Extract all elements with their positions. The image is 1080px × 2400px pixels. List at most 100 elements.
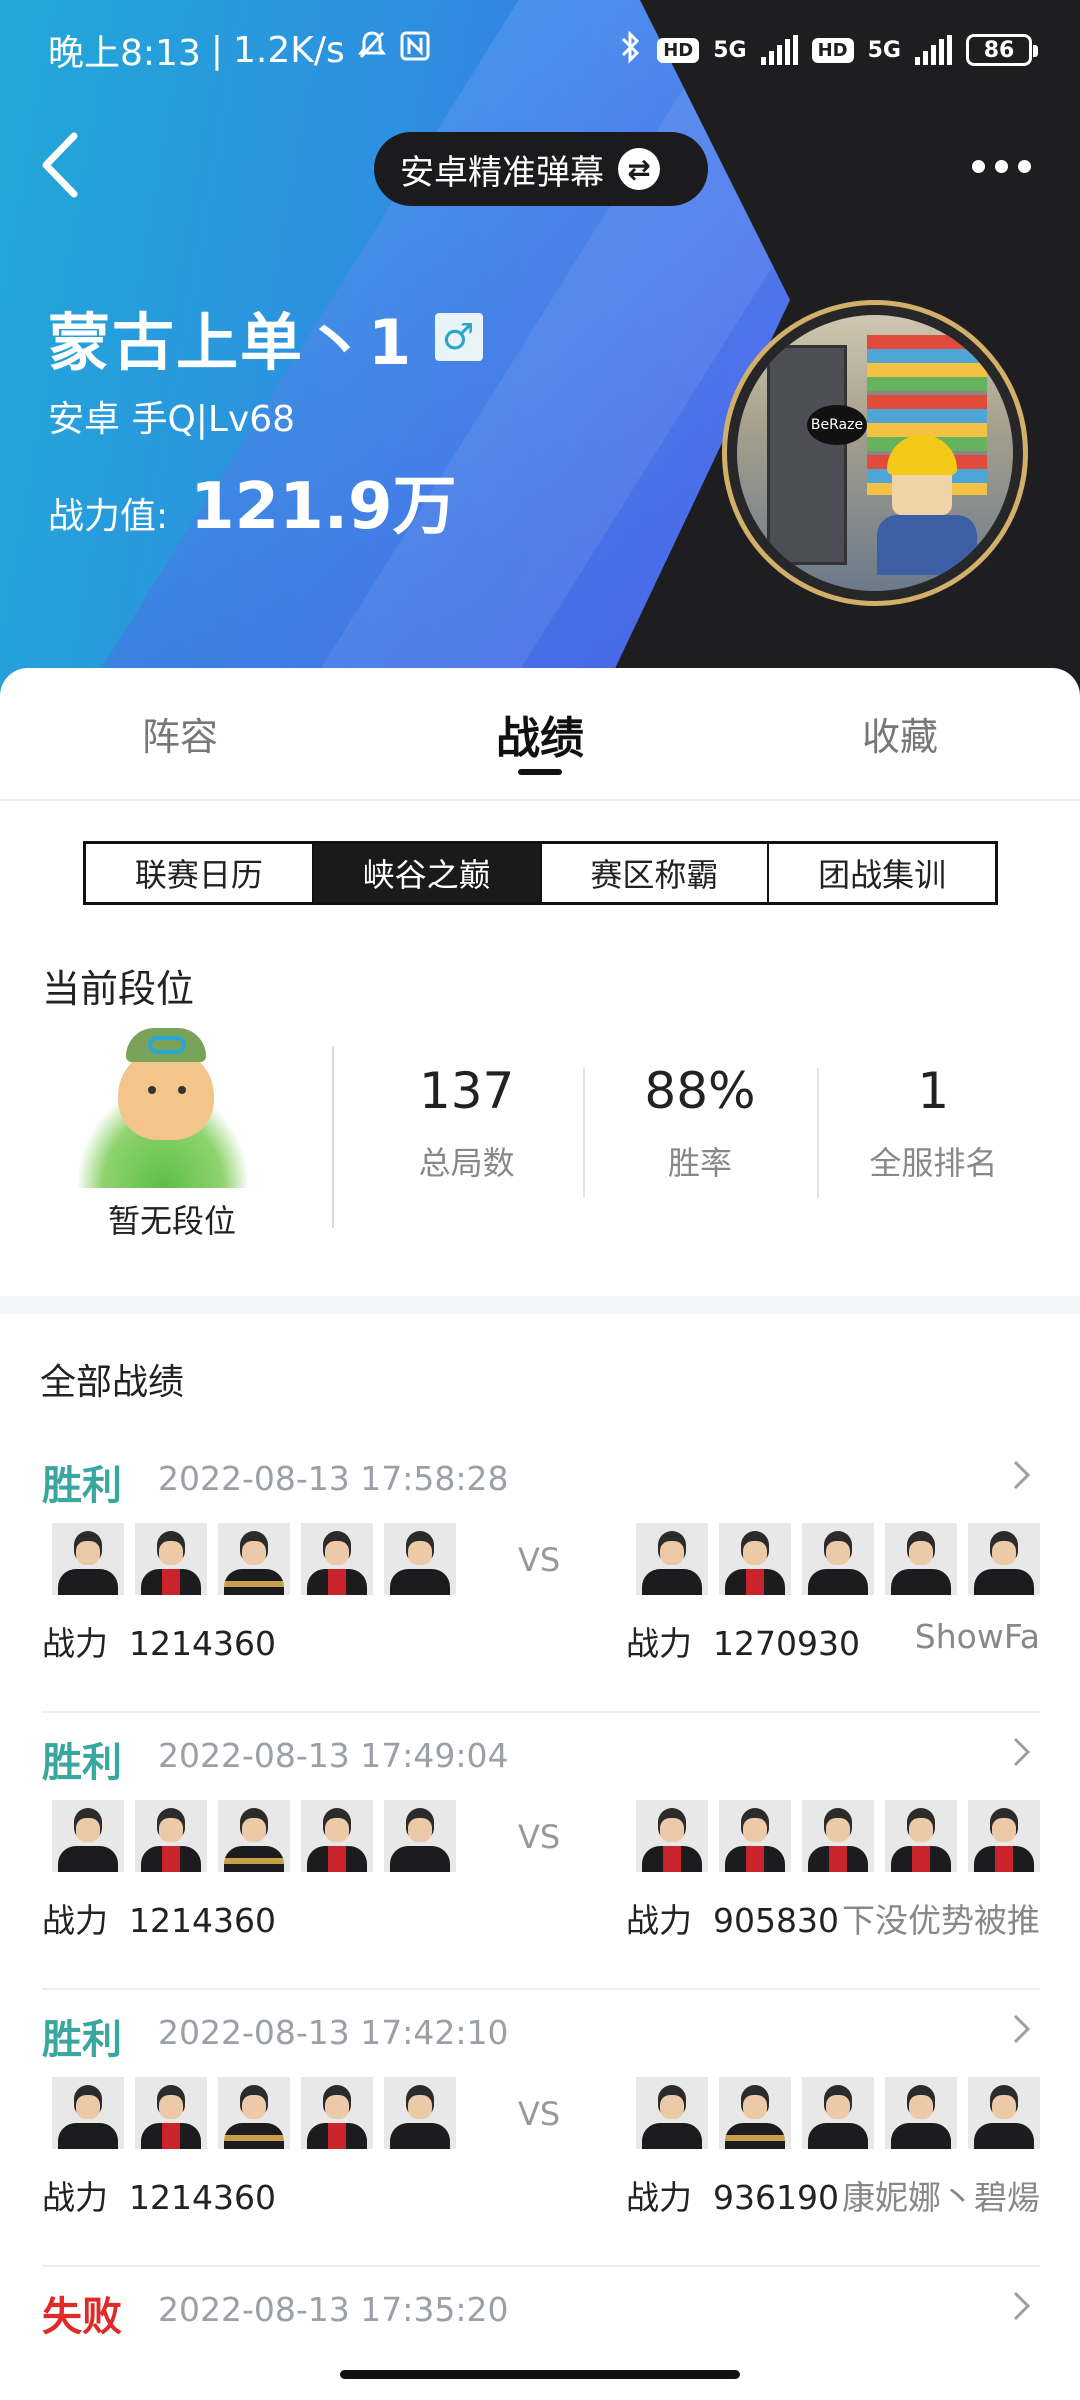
- vs-label: VS: [518, 1541, 561, 1579]
- vs-label: VS: [518, 2095, 561, 2133]
- stat-value: 88%: [644, 1062, 756, 1120]
- player-avatar: [218, 1800, 290, 1872]
- power-label: 战力: [626, 1901, 692, 1940]
- team-right: [636, 2077, 1040, 2149]
- opponent-nickname: 下没优势被推: [842, 1901, 1040, 1940]
- match-time: 2022-08-13 17:58:28: [158, 1459, 509, 1498]
- segment-league-calendar[interactable]: 联赛日历: [86, 844, 314, 902]
- stat-server-rank: 1 全服排名: [816, 1038, 1050, 1208]
- match-time: 2022-08-13 17:35:20: [158, 2290, 509, 2329]
- mute-bell-icon: [355, 29, 389, 72]
- player-avatar: [719, 1523, 791, 1595]
- power-value: 121.9万: [190, 470, 457, 544]
- team-right: [636, 1800, 1040, 1872]
- power-label: 战力: [42, 1901, 108, 1940]
- status-time: 晚上8:13: [48, 33, 201, 74]
- opponent-nickname: 康妮娜丶碧煬: [842, 2178, 1040, 2217]
- more-dot-icon: [1018, 160, 1031, 173]
- player-avatar: [636, 1800, 708, 1872]
- team-left: [52, 1800, 456, 1872]
- chevron-right-icon: [1010, 2011, 1040, 2051]
- player-avatar: [52, 2077, 124, 2149]
- power-label: 战力: [42, 1624, 108, 1663]
- match-record[interactable]: 胜利 2022-08-13 17:42:10 VS 战力 1214360 战力 …: [42, 2007, 1040, 2267]
- main-tabs: 阵容 战绩 收藏: [0, 668, 1080, 801]
- team-left: [52, 1523, 456, 1595]
- chevron-right-icon: [1010, 1734, 1040, 1774]
- stat-label: 总局数: [418, 1144, 515, 1182]
- segment-canyon-peak[interactable]: 峡谷之巅: [313, 844, 542, 902]
- mode-segmented-control: 联赛日历 峡谷之巅 赛区称霸 团战集训: [83, 841, 998, 905]
- player-avatar: [384, 1800, 456, 1872]
- tab-favorites[interactable]: 收藏: [720, 668, 1080, 799]
- avatar-image: BeRaze: [737, 315, 1013, 591]
- match-time: 2022-08-13 17:42:10: [158, 2013, 509, 2052]
- player-avatar: [719, 1800, 791, 1872]
- player-avatar: [52, 1800, 124, 1872]
- player-name-row: 蒙古上单丶1 ♂: [48, 292, 484, 382]
- player-avatar: [968, 1523, 1040, 1595]
- chevron-right-icon: [1010, 2288, 1040, 2328]
- player-avatar: [52, 1523, 124, 1595]
- player-avatar: [802, 1523, 874, 1595]
- left-power-value: 1214360: [128, 1901, 276, 1940]
- player-avatar: [384, 2077, 456, 2149]
- danmu-toggle-button[interactable]: 安卓精准弹幕 ⇄: [374, 132, 708, 206]
- status-bar: 晚上8:13 | 1.2K/s HD 5G HD 5G 86: [0, 0, 1080, 100]
- back-button[interactable]: [36, 130, 96, 200]
- stat-label: 全服排名: [869, 1144, 998, 1182]
- match-result: 胜利: [42, 1740, 122, 1786]
- hd-badge-2: HD: [811, 37, 854, 63]
- rank-badge: 暂无段位: [62, 1028, 282, 1240]
- stat-win-rate: 88% 胜率: [583, 1038, 816, 1208]
- signal-icon-2: [915, 35, 952, 65]
- divider: [332, 1046, 334, 1228]
- stat-total-games: 137 总局数: [350, 1038, 583, 1208]
- player-name: 蒙古上单丶1: [48, 306, 414, 379]
- segment-teamfight-training[interactable]: 团战集训: [769, 844, 995, 902]
- player-avatar: [218, 1523, 290, 1595]
- team-left: [52, 2077, 456, 2149]
- tab-lineup[interactable]: 阵容: [0, 668, 360, 799]
- player-avatar: [218, 2077, 290, 2149]
- player-avatar: [968, 2077, 1040, 2149]
- match-record[interactable]: 胜利 2022-08-13 17:58:28 VS 战力 1214360 战力 …: [42, 1453, 1040, 1713]
- match-result: 胜利: [42, 2017, 122, 2063]
- network-type-1: 5G: [713, 37, 747, 63]
- danmu-label: 安卓精准弹幕: [400, 152, 604, 193]
- player-avatar: [636, 2077, 708, 2149]
- more-menu-button[interactable]: [972, 160, 1042, 190]
- avatar-fridge: [767, 345, 847, 565]
- chevron-right-icon: [1010, 1457, 1040, 1497]
- platform-level: 安卓 手Q|Lv68: [48, 399, 296, 440]
- swap-icon: ⇄: [618, 148, 660, 190]
- power-row: 战力值: 121.9万: [48, 455, 457, 547]
- left-power: 战力 1214360: [42, 2171, 276, 2219]
- right-power-value: 1270930: [712, 1624, 860, 1663]
- home-indicator[interactable]: [340, 2370, 740, 2379]
- segment-region-dominate[interactable]: 赛区称霸: [542, 844, 770, 902]
- right-power-value: 936190: [712, 2178, 839, 2217]
- battery-icon: 86: [966, 34, 1038, 66]
- left-power-value: 1214360: [128, 1624, 276, 1663]
- tab-records[interactable]: 战绩: [360, 668, 720, 799]
- right-power: 战力 1270930: [626, 1617, 860, 1665]
- player-avatar: [885, 1800, 957, 1872]
- match-record[interactable]: 胜利 2022-08-13 17:49:04 VS 战力 1214360 战力 …: [42, 1730, 1040, 1990]
- player-avatar: [636, 1523, 708, 1595]
- rank-stats: 137 总局数 88% 胜率 1 全服排名: [350, 1038, 1050, 1208]
- player-avatar: [135, 2077, 207, 2149]
- match-record[interactable]: 失败 2022-08-13 17:35:20: [42, 2284, 1040, 2384]
- player-avatar: [384, 1523, 456, 1595]
- player-avatar: [802, 2077, 874, 2149]
- nfc-icon: [399, 30, 431, 71]
- player-avatar: [802, 1800, 874, 1872]
- power-label: 战力: [626, 2178, 692, 2217]
- teemo-rank-icon: [78, 1028, 248, 1188]
- player-avatar: [719, 2077, 791, 2149]
- match-result: 失败: [42, 2294, 122, 2340]
- right-power-value: 905830: [712, 1901, 839, 1940]
- network-type-2: 5G: [867, 37, 901, 63]
- section-divider: [0, 1296, 1080, 1314]
- avatar[interactable]: BeRaze: [722, 300, 1028, 606]
